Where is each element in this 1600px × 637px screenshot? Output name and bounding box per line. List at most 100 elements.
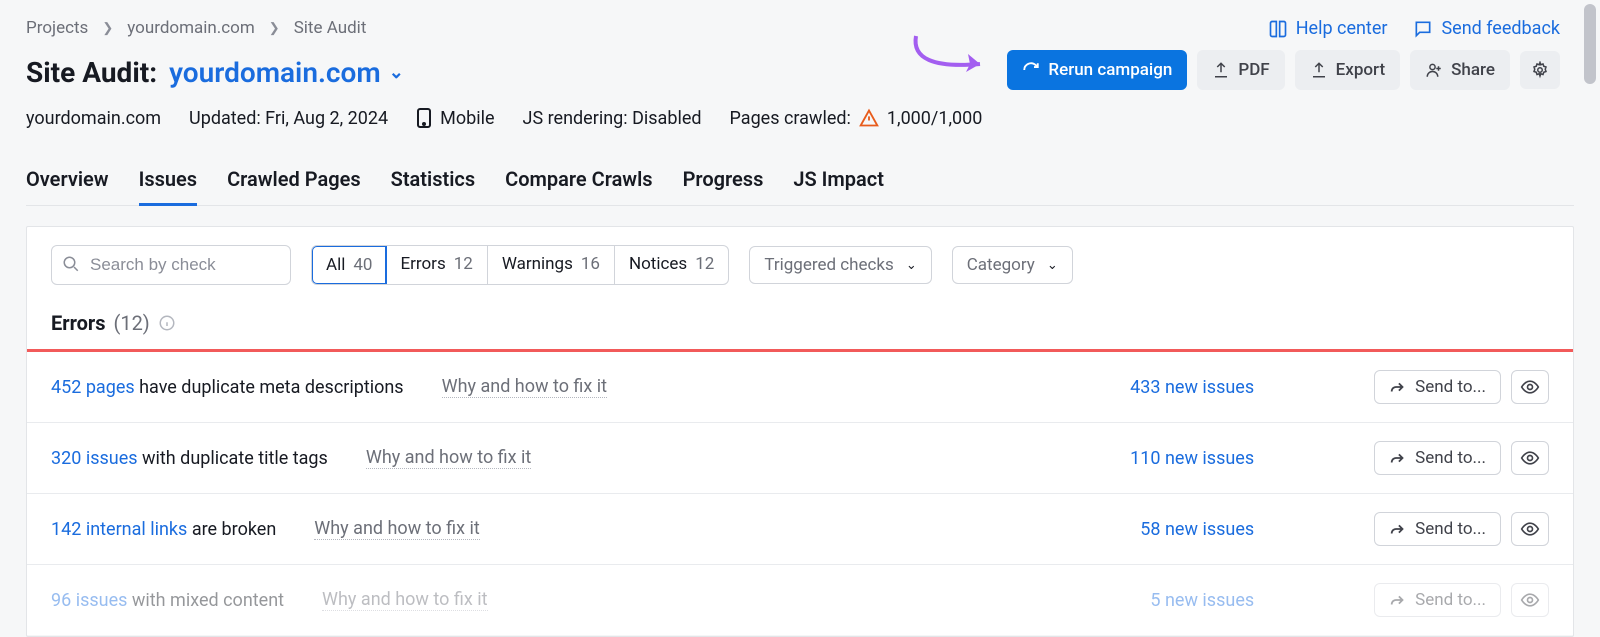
eye-icon [1520, 377, 1540, 397]
domain-dropdown[interactable]: yourdomain.com ⌄ [169, 56, 404, 89]
send-to-label: Send to... [1415, 519, 1486, 539]
seg-notices[interactable]: Notices 12 [615, 246, 728, 284]
issues-panel: All 40 Errors 12 Warnings 16 Notices 12 … [26, 226, 1574, 637]
chevron-down-icon: ⌄ [906, 258, 917, 273]
seg-warnings[interactable]: Warnings 16 [488, 246, 615, 284]
issue-lead-link[interactable]: 320 issues [51, 448, 138, 469]
issue-row: 96 issues with mixed content Why and how … [27, 565, 1573, 636]
new-issues-link[interactable]: 5 new issues [1150, 590, 1254, 611]
info-icon[interactable] [158, 314, 176, 332]
search-icon [62, 255, 80, 273]
seg-errors-count: 12 [454, 254, 473, 274]
seg-warnings-count: 16 [581, 254, 600, 274]
category-label: Category [967, 255, 1035, 275]
rerun-campaign-button[interactable]: Rerun campaign [1007, 50, 1187, 90]
send-to-button[interactable]: Send to... [1374, 370, 1501, 404]
seg-all-label: All [326, 255, 345, 275]
pages-crawled-value: 1,000/1,000 [887, 108, 982, 129]
meta-updated: Updated: Fri, Aug 2, 2024 [189, 108, 388, 129]
upload-icon [1212, 61, 1230, 79]
seg-all[interactable]: All 40 [311, 245, 387, 285]
issue-description: with duplicate title tags [138, 448, 328, 469]
pdf-button[interactable]: PDF [1197, 50, 1284, 90]
errors-section-header: Errors (12) [27, 303, 1573, 352]
pdf-label: PDF [1238, 60, 1269, 80]
view-button[interactable] [1511, 441, 1549, 475]
issue-row: 320 issues with duplicate title tags Why … [27, 423, 1573, 494]
eye-icon [1520, 448, 1540, 468]
issue-row: 452 pages have duplicate meta descriptio… [27, 352, 1573, 423]
breadcrumb-current: Site Audit [294, 18, 367, 38]
send-feedback-label: Send feedback [1441, 18, 1560, 39]
chevron-down-icon: ⌄ [389, 62, 404, 83]
rerun-label: Rerun campaign [1048, 60, 1172, 80]
breadcrumb-projects[interactable]: Projects [26, 18, 88, 38]
issue-description: with mixed content [127, 590, 284, 611]
issue-lead-link[interactable]: 452 pages [51, 377, 135, 398]
tab-crawled-pages[interactable]: Crawled Pages [227, 159, 361, 205]
new-issues-link[interactable]: 58 new issues [1140, 519, 1254, 540]
seg-notices-label: Notices [629, 254, 687, 274]
pages-crawled-label: Pages crawled: [730, 108, 851, 129]
triggered-label: Triggered checks [764, 255, 894, 275]
send-to-button[interactable]: Send to... [1374, 441, 1501, 475]
section-name: Errors [51, 311, 105, 335]
tab-statistics[interactable]: Statistics [391, 159, 476, 205]
view-button[interactable] [1511, 512, 1549, 546]
chevron-right-icon: ❯ [269, 21, 280, 36]
new-issues-link[interactable]: 110 new issues [1130, 448, 1254, 469]
tab-progress[interactable]: Progress [683, 159, 764, 205]
add-user-icon [1425, 61, 1443, 79]
meta-domain: yourdomain.com [26, 108, 161, 129]
why-how-fix-link[interactable]: Why and how to fix it [314, 518, 479, 540]
help-center-label: Help center [1296, 18, 1388, 39]
tab-compare-crawls[interactable]: Compare Crawls [505, 159, 652, 205]
domain-dropdown-label: yourdomain.com [169, 56, 381, 89]
meta-pages-crawled: Pages crawled: 1,000/1,000 [730, 108, 983, 129]
send-to-button[interactable]: Send to... [1374, 512, 1501, 546]
seg-all-count: 40 [353, 255, 372, 275]
search-input[interactable] [51, 245, 291, 285]
why-how-fix-link[interactable]: Why and how to fix it [322, 589, 487, 611]
arrow-right-icon [1389, 378, 1407, 396]
breadcrumb-domain[interactable]: yourdomain.com [127, 18, 255, 38]
tab-issues[interactable]: Issues [139, 159, 198, 206]
issue-row: 142 internal links are broken Why and how… [27, 494, 1573, 565]
arrow-right-icon [1389, 449, 1407, 467]
settings-button[interactable] [1520, 51, 1560, 89]
send-to-button[interactable]: Send to... [1374, 583, 1501, 617]
export-label: Export [1336, 60, 1385, 80]
issue-description: are broken [187, 519, 276, 540]
main-tabs: Overview Issues Crawled Pages Statistics… [26, 159, 1574, 206]
new-issues-link[interactable]: 433 new issues [1130, 377, 1254, 398]
page-title: Site Audit: [26, 56, 157, 89]
issue-description: have duplicate meta descriptions [135, 377, 404, 398]
export-button[interactable]: Export [1295, 50, 1400, 90]
issue-lead-link[interactable]: 142 internal links [51, 519, 187, 540]
tab-overview[interactable]: Overview [26, 159, 109, 205]
section-count: (12) [113, 311, 149, 335]
mobile-icon [416, 107, 432, 129]
meta-device-label: Mobile [440, 108, 494, 129]
share-button[interactable]: Share [1410, 50, 1510, 90]
why-how-fix-link[interactable]: Why and how to fix it [442, 376, 607, 398]
book-icon [1268, 19, 1288, 39]
scrollbar[interactable] [1584, 4, 1596, 84]
category-dropdown[interactable]: Category ⌄ [952, 246, 1073, 284]
view-button[interactable] [1511, 583, 1549, 617]
seg-warnings-label: Warnings [502, 254, 573, 274]
why-how-fix-link[interactable]: Why and how to fix it [366, 447, 531, 469]
help-center-link[interactable]: Help center [1268, 18, 1388, 39]
seg-errors[interactable]: Errors 12 [386, 246, 487, 284]
eye-icon [1520, 519, 1540, 539]
triggered-checks-dropdown[interactable]: Triggered checks ⌄ [749, 246, 931, 284]
chevron-right-icon: ❯ [102, 21, 113, 36]
feedback-icon [1413, 19, 1433, 39]
view-button[interactable] [1511, 370, 1549, 404]
gear-icon [1531, 61, 1549, 79]
send-feedback-link[interactable]: Send feedback [1413, 18, 1560, 39]
eye-icon [1520, 590, 1540, 610]
tab-js-impact[interactable]: JS Impact [793, 159, 884, 205]
issue-lead-link[interactable]: 96 issues [51, 590, 127, 611]
arrow-right-icon [1389, 591, 1407, 609]
